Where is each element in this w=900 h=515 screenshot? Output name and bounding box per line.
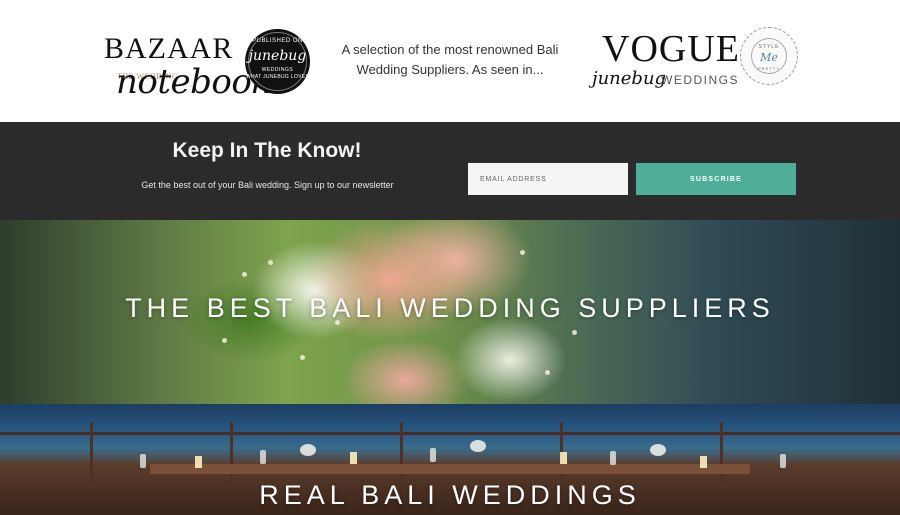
rail-post [90,422,93,482]
best-suppliers-title: THE BEST BALI WEDDING SUPPLIERS [125,293,775,323]
wine-glass [430,448,436,462]
flower-bud [268,260,273,265]
wine-glass [260,450,266,464]
table-flowers [470,440,486,452]
balcony-rail [0,432,900,435]
candle [560,452,567,464]
flower-bud [520,250,525,255]
badge-top-text: PUBLISHED ON [252,38,303,44]
flower-bud [545,370,550,375]
candle [195,456,202,468]
newsletter-signup: Keep In The Know! Get the best out of yo… [0,122,900,220]
badge-weddings-text: WEDDINGS [261,67,294,73]
table-flowers [300,444,316,456]
vogue-logo: VOGUE [602,28,740,70]
candle [700,456,707,468]
wine-glass [780,454,786,468]
junebug-published-badge: PUBLISHED ON junebug WEDDINGS WHAT JUNEB… [245,29,310,94]
flower-bud [242,272,247,277]
subscribe-button[interactable]: SUBSCRIBE [636,163,796,195]
flower-bud [222,338,227,343]
real-weddings-banner[interactable]: REAL BALI WEDDINGS [0,404,900,515]
seal-bottom-text: PRETTY [758,66,780,71]
candle [350,452,357,464]
seal-mark: Me [760,51,778,64]
flower-bud [572,330,577,335]
seal-top-text: STYLE [758,44,780,50]
style-me-pretty-seal: STYLE Me PRETTY [740,27,798,85]
press-blurb: A selection of the most renowned Bali We… [341,42,559,77]
newsletter-title: Keep In The Know! [172,139,362,162]
badge-junebug-text: junebug [248,48,307,64]
real-weddings-title: REAL BALI WEDDINGS [259,480,641,510]
reception-table [150,464,750,474]
email-input[interactable] [468,163,628,195]
press-logos-strip: BAZAAR THE WEDDING notebook PUBLISHED ON… [0,0,900,122]
best-suppliers-banner[interactable]: THE BEST BALI WEDDING SUPPLIERS [0,220,900,404]
newsletter-description: Get the best out of your Bali wedding. S… [141,180,394,190]
wine-glass [610,451,616,465]
badge-bottom-text: WHAT JUNEBUG LOVES [245,74,309,80]
flower-bud [300,355,305,360]
table-flowers [650,444,666,456]
harpers-bazaar-logo: BAZAAR [104,32,234,65]
junebug-weddings-label: WEDDINGS [661,73,739,87]
wine-glass [140,454,146,468]
junebug-weddings-logo: junebug [592,68,667,89]
